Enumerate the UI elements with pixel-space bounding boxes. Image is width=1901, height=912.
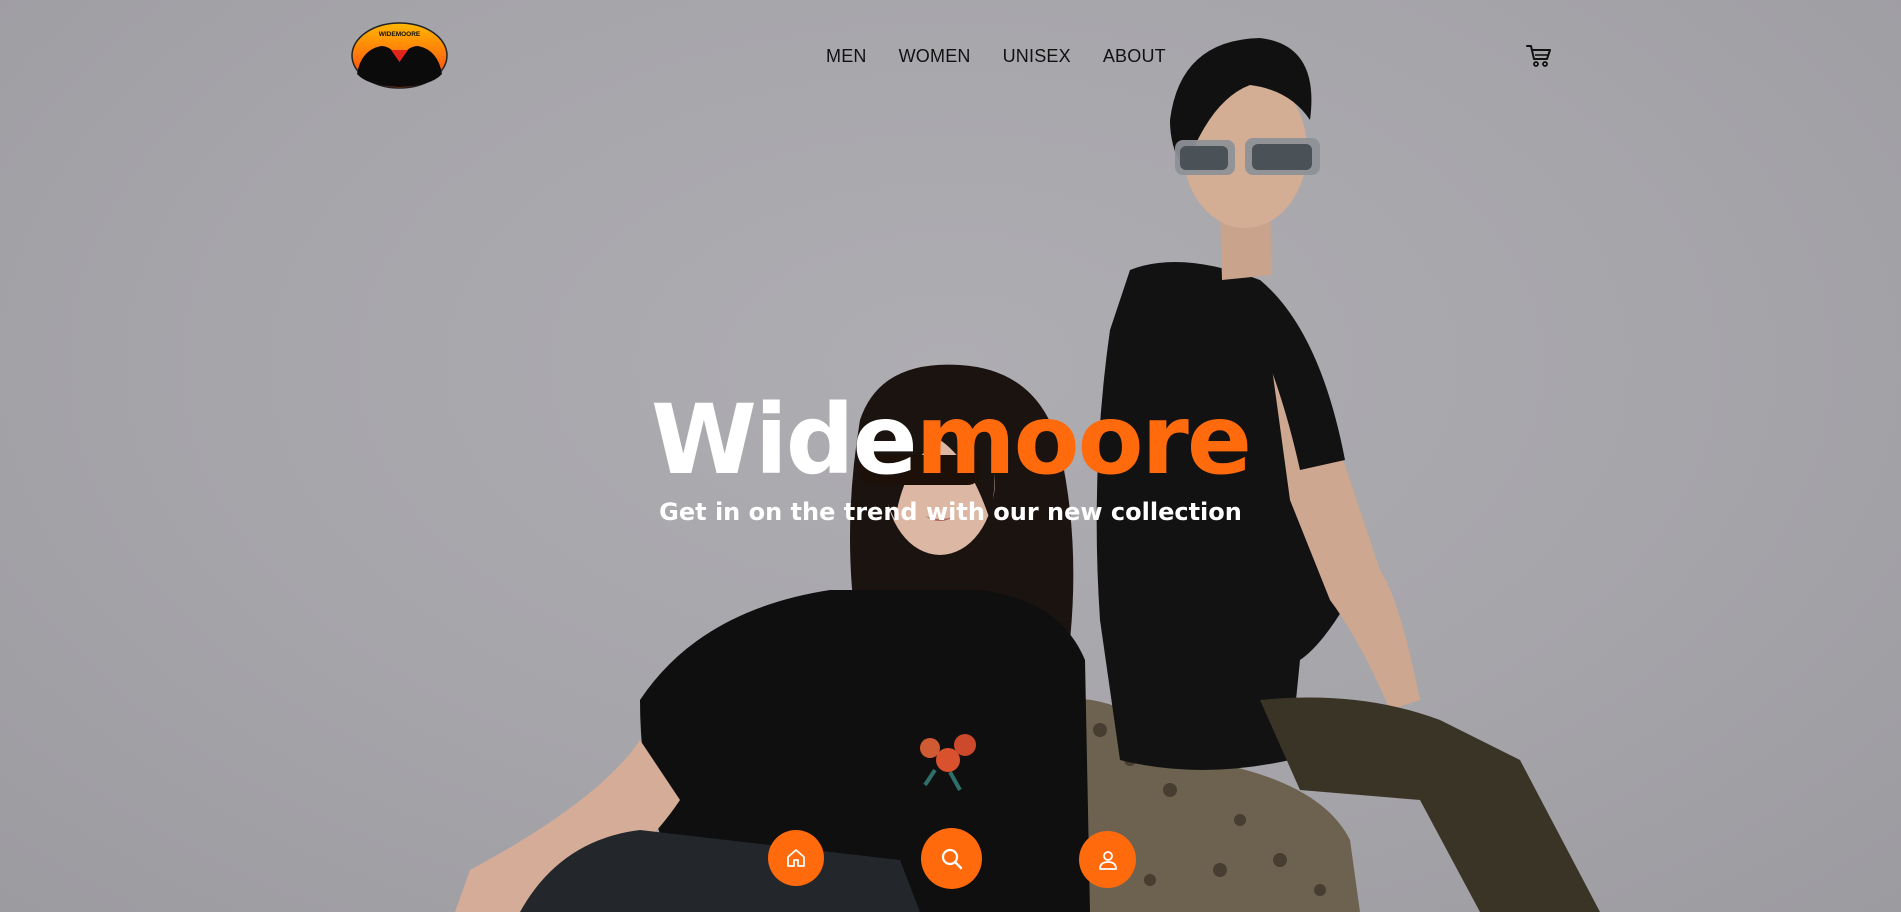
title-part-moore: moore (915, 384, 1252, 496)
search-button[interactable] (921, 828, 982, 889)
hero-tagline: Get in on the trend with our new collect… (659, 498, 1242, 526)
svg-text:WIDEMOORE: WIDEMOORE (379, 31, 421, 38)
nav-unisex[interactable]: UNISEX (1003, 44, 1071, 68)
brand-logo[interactable]: WIDEMOORE (351, 22, 448, 89)
cart-icon (1526, 45, 1551, 67)
search-icon (941, 848, 962, 869)
user-icon (1098, 850, 1117, 870)
nav-women[interactable]: WOMEN (899, 44, 971, 68)
title-part-wide: Wide (650, 384, 918, 496)
cart-button[interactable] (1526, 44, 1552, 68)
logo-emblem: WIDEMOORE (351, 22, 448, 89)
site-header: WIDEMOORE MEN WOMEN UNISEX ABOUT (0, 0, 1901, 110)
hero-heading: Widemoore Get in on the trend with our n… (0, 385, 1901, 527)
main-nav: MEN WOMEN UNISEX ABOUT (826, 44, 1166, 68)
home-button[interactable] (768, 830, 824, 886)
nav-men[interactable]: MEN (826, 44, 867, 68)
nav-about[interactable]: ABOUT (1103, 44, 1166, 68)
home-icon (787, 849, 805, 867)
account-button[interactable] (1079, 831, 1136, 888)
brand-title: Widemoore (0, 385, 1901, 495)
